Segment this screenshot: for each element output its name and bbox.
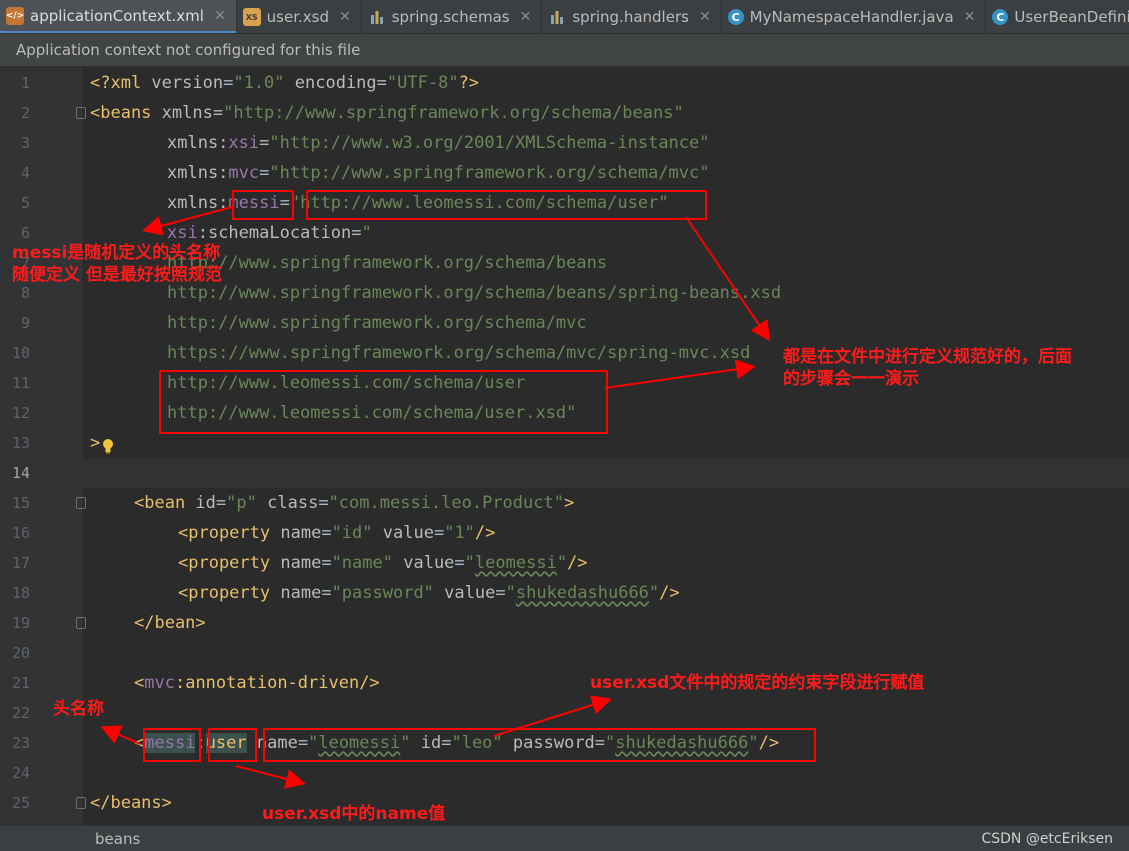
close-icon[interactable]: ✕ xyxy=(214,8,226,24)
line-number: 13 xyxy=(11,434,30,452)
line-number: 4 xyxy=(20,164,30,182)
highlight-box-namespace-uri xyxy=(306,190,707,220)
line-number-current: 14 xyxy=(11,464,30,482)
properties-file-icon xyxy=(548,8,566,26)
fold-marker-icon[interactable] xyxy=(76,617,86,629)
annotation-name-value: user.xsd中的name值 xyxy=(262,804,446,824)
watermark: CSDN @etcEriksen xyxy=(981,830,1113,847)
tab-user-bean-definition[interactable]: C UserBeanDefiniti xyxy=(986,0,1129,33)
line-number: 5 xyxy=(20,194,30,212)
banner-text: Application context not configured for t… xyxy=(16,41,361,59)
code-line-7: http://www.springframework.org/schema/be… xyxy=(167,253,608,273)
line-number: 18 xyxy=(11,584,30,602)
tab-label: UserBeanDefiniti xyxy=(1014,8,1129,26)
code-line-17: <property name="name" value="leomessi"/> xyxy=(178,553,588,573)
line-number: 9 xyxy=(20,314,30,332)
line-number: 21 xyxy=(11,674,30,692)
tab-label: MyNamespaceHandler.java xyxy=(749,8,954,26)
line-number: 23 xyxy=(11,734,30,752)
highlight-box-schema-location xyxy=(159,370,608,434)
notification-banner: Application context not configured for t… xyxy=(0,34,1129,67)
tab-my-namespace-handler[interactable]: C MyNamespaceHandler.java ✕ xyxy=(722,0,987,33)
line-number: 12 xyxy=(11,404,30,422)
code-line-3: xmlns:xsi="http://www.w3.org/2001/XMLSch… xyxy=(167,133,710,153)
code-line-13: > xyxy=(90,433,101,453)
annotation-constraint-fields: user.xsd文件中的规定的约束字段进行赋值 xyxy=(590,673,925,693)
code-line-21: <mvc:annotation-driven/> xyxy=(134,673,380,693)
line-number: 17 xyxy=(11,554,30,572)
highlight-box-prefix xyxy=(143,728,201,762)
line-number: 24 xyxy=(11,764,30,782)
code-line-1: <?xml version="1.0" encoding="UTF-8"?> xyxy=(90,73,480,93)
tab-spring-handlers[interactable]: spring.handlers ✕ xyxy=(542,0,722,33)
annotation-prefix-note: messi是随机定义的头名称 随便定义 但是最好按照规范 xyxy=(12,243,222,285)
close-icon[interactable]: ✕ xyxy=(520,9,532,25)
code-line-8: http://www.springframework.org/schema/be… xyxy=(167,283,782,303)
line-number: 16 xyxy=(11,524,30,542)
code-line-16: <property name="id" value="1"/> xyxy=(178,523,496,543)
highlight-box-messi-prefix xyxy=(232,190,294,220)
annotation-schema-note: 都是在文件中进行定义规范好的，后面 的步骤会一一演示 xyxy=(783,347,1072,389)
close-icon[interactable]: ✕ xyxy=(964,9,976,25)
code-line-4: xmlns:mvc="http://www.springframework.or… xyxy=(167,163,710,183)
java-class-icon: C xyxy=(992,9,1009,25)
close-icon[interactable]: ✕ xyxy=(339,9,351,25)
tab-label: user.xsd xyxy=(266,8,329,26)
java-class-icon: C xyxy=(727,9,744,25)
current-line-highlight xyxy=(0,458,1129,488)
line-number: 22 xyxy=(11,704,30,722)
code-line-25: </beans> xyxy=(90,793,172,813)
line-number: 3 xyxy=(20,134,30,152)
annotation-head-name: 头名称 xyxy=(53,699,104,719)
highlight-box-attributes xyxy=(263,728,816,762)
line-number: 11 xyxy=(11,374,30,392)
line-number: 10 xyxy=(11,344,30,362)
fold-marker-icon[interactable] xyxy=(76,107,86,119)
tab-application-context-xml[interactable]: </> applicationContext.xml ✕ xyxy=(0,0,237,33)
fold-marker-icon[interactable] xyxy=(76,497,86,509)
code-line-15: <bean id="p" class="com.messi.leo.Produc… xyxy=(134,493,575,513)
line-number: 25 xyxy=(11,794,30,812)
status-bar: beans CSDN @etcEriksen xyxy=(0,825,1129,851)
fold-marker-icon[interactable] xyxy=(76,797,86,809)
code-line-18: <property name="password" value="shukeda… xyxy=(178,583,680,603)
xml-file-icon: </> xyxy=(6,6,24,25)
line-number: 15 xyxy=(11,494,30,512)
line-number: 20 xyxy=(11,644,30,662)
code-line-9: http://www.springframework.org/schema/mv… xyxy=(167,313,587,333)
breadcrumb[interactable]: beans xyxy=(95,830,140,848)
tab-label: spring.handlers xyxy=(572,8,689,26)
line-number: 19 xyxy=(11,614,30,632)
tab-label: spring.schemas xyxy=(391,8,510,26)
tab-spring-schemas[interactable]: spring.schemas ✕ xyxy=(362,0,543,33)
editor-tab-bar: </> applicationContext.xml ✕ XS user.xsd… xyxy=(0,0,1129,34)
highlight-box-user-tag xyxy=(208,728,257,762)
properties-file-icon xyxy=(368,8,386,26)
code-line-19: </bean> xyxy=(134,613,206,633)
code-line-2: <beans xmlns="http://www.springframework… xyxy=(90,103,684,123)
lightbulb-icon[interactable] xyxy=(101,438,115,454)
xsd-file-icon: XS xyxy=(242,8,261,26)
code-line-10: https://www.springframework.org/schema/m… xyxy=(167,343,751,363)
tab-user-xsd[interactable]: XS user.xsd ✕ xyxy=(237,0,362,33)
line-number: 1 xyxy=(20,74,30,92)
line-number: 2 xyxy=(20,104,30,122)
tab-label: applicationContext.xml xyxy=(30,6,204,25)
close-icon[interactable]: ✕ xyxy=(699,9,711,25)
